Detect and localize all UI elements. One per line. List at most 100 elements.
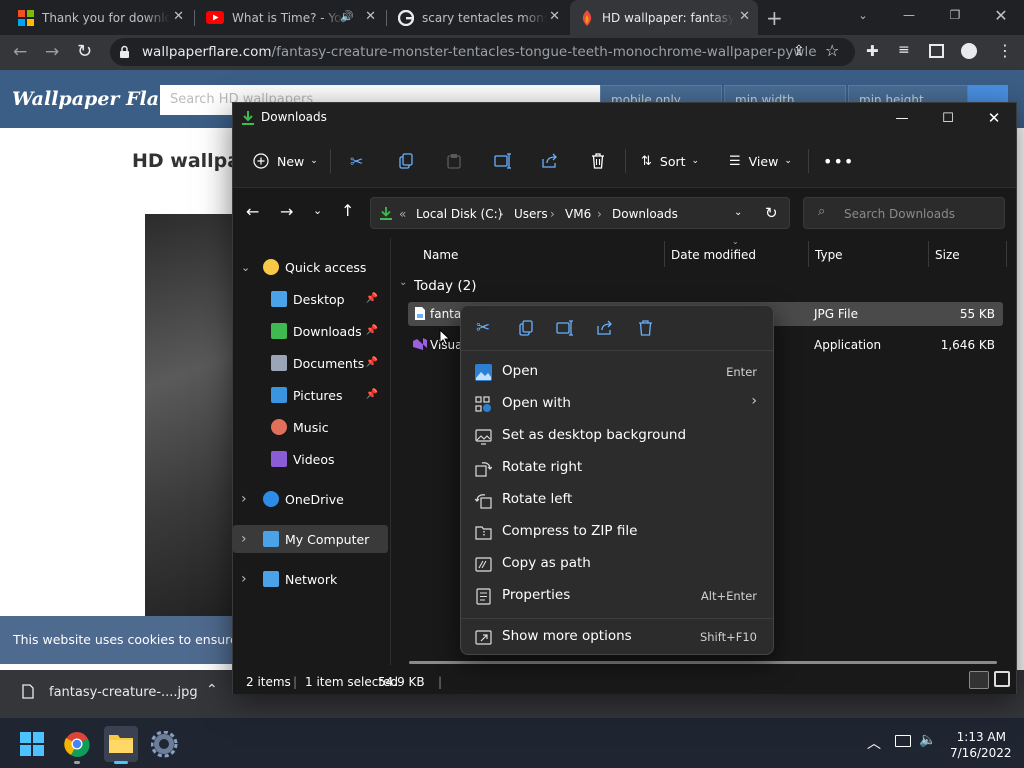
share-icon[interactable]	[542, 153, 558, 169]
browser-tab-4-active[interactable]: HD wallpaper: fantasy ✕	[570, 0, 758, 35]
sidebar-item-downloads[interactable]: Downloads 📌	[233, 317, 388, 345]
sidebar-item-desktop[interactable]: Desktop 📌	[233, 285, 388, 313]
search-downloads-input[interactable]: ⌕ Search Downloads	[803, 197, 1005, 229]
menu-item-compress-zip[interactable]: Compress to ZIP file	[461, 516, 773, 548]
close-tab-icon[interactable]: ✕	[365, 9, 376, 24]
restore-button[interactable]: ❐	[932, 0, 978, 30]
view-button[interactable]: ☰ View ⌄	[729, 149, 792, 173]
settings-gear-icon[interactable]	[151, 731, 181, 761]
refresh-icon[interactable]: ↻	[765, 204, 778, 222]
menu-item-properties[interactable]: Properties Alt+Enter	[461, 580, 773, 612]
overflow-chevron-icon[interactable]: «	[399, 207, 406, 221]
profile-avatar-icon[interactable]	[961, 43, 977, 59]
file-explorer-icon[interactable]	[108, 731, 138, 761]
network-status-icon[interactable]	[895, 735, 911, 747]
horizontal-scrollbar[interactable]	[409, 661, 997, 664]
large-icons-view-icon[interactable]	[994, 671, 1010, 687]
minimize-button[interactable]: —	[886, 0, 932, 30]
chrome-menu-icon[interactable]: ⋮	[997, 41, 1013, 60]
share-icon[interactable]: ⇪	[793, 43, 805, 59]
browser-tab-3[interactable]: scary tentacles monster ✕	[388, 0, 568, 35]
tab-search-chevron-icon[interactable]: ⌄	[840, 0, 886, 30]
volume-icon[interactable]: 🔈	[919, 732, 936, 748]
tray-chevron-up-icon[interactable]: ︿	[867, 733, 881, 753]
cut-icon[interactable]: ✂	[350, 149, 363, 173]
expand-chevron-right-icon[interactable]: ›	[241, 531, 257, 547]
breadcrumb-users[interactable]: Users	[514, 207, 548, 221]
maximize-button[interactable]: ☐	[925, 103, 971, 133]
back-arrow-icon[interactable]: ←	[246, 202, 259, 221]
column-header-size[interactable]: Size	[935, 248, 960, 262]
expand-chevron-down-icon[interactable]: ⌄	[241, 261, 257, 274]
sort-button[interactable]: ⇅ Sort ⌄	[641, 149, 699, 173]
group-collapse-chevron-icon[interactable]: ⌄	[399, 277, 407, 288]
close-tab-icon[interactable]: ✕	[549, 9, 560, 24]
extensions-puzzle-icon[interactable]: ✚	[866, 42, 879, 60]
menu-item-show-more-options[interactable]: Show more options Shift+F10	[461, 621, 773, 653]
chrome-icon[interactable]	[64, 731, 94, 761]
sidebar-item-onedrive[interactable]: › OneDrive	[233, 485, 388, 513]
wallpaper-preview-image[interactable]	[145, 214, 235, 616]
breadcrumb-local-disk[interactable]: Local Disk (C:)	[416, 207, 502, 221]
pane-splitter[interactable]	[390, 238, 391, 665]
breadcrumb-separator-icon[interactable]: ›	[550, 207, 555, 221]
reload-icon[interactable]: ↻	[77, 41, 92, 62]
delete-icon[interactable]	[636, 318, 656, 338]
rename-icon[interactable]	[555, 318, 575, 338]
close-tab-icon[interactable]: ✕	[739, 9, 750, 24]
breadcrumb-vm6[interactable]: VM6	[565, 207, 591, 221]
media-control-icon[interactable]: ≡	[898, 42, 910, 58]
speaker-icon[interactable]: 🔊	[340, 10, 354, 23]
bookmark-star-icon[interactable]: ☆	[825, 41, 839, 60]
forward-arrow-icon[interactable]: →	[45, 42, 59, 62]
paste-icon[interactable]	[447, 153, 461, 169]
sidebar-item-videos[interactable]: Videos	[233, 445, 388, 473]
up-arrow-icon[interactable]: ↑	[341, 201, 354, 220]
new-button[interactable]: New ⌄	[253, 149, 318, 173]
cut-icon[interactable]: ✂	[476, 318, 496, 338]
new-tab-button[interactable]: +	[766, 6, 783, 30]
chevron-up-icon[interactable]: ⌃	[206, 682, 218, 698]
copy-icon[interactable]	[399, 153, 413, 169]
sidebar-item-pictures[interactable]: Pictures 📌	[233, 381, 388, 409]
sidebar-item-documents[interactable]: Documents 📌	[233, 349, 388, 377]
more-options-icon[interactable]: •••	[823, 149, 854, 173]
sidebar-item-music[interactable]: Music	[233, 413, 388, 441]
address-history-chevron-icon[interactable]: ⌄	[734, 207, 742, 218]
breadcrumb-downloads[interactable]: Downloads	[612, 207, 678, 221]
breadcrumb-separator-icon[interactable]: ›	[499, 207, 504, 221]
side-panel-icon[interactable]	[929, 44, 944, 58]
menu-item-open-with[interactable]: Open with ›	[461, 388, 773, 420]
menu-item-rotate-right[interactable]: Rotate right	[461, 452, 773, 484]
expand-chevron-right-icon[interactable]: ›	[241, 571, 257, 587]
browser-tab-1[interactable]: Thank you for download ✕	[8, 0, 192, 35]
recent-locations-chevron-icon[interactable]: ⌄	[313, 204, 322, 217]
sidebar-item-my-computer[interactable]: › My Computer	[233, 525, 388, 553]
menu-item-copy-as-path[interactable]: Copy as path	[461, 548, 773, 580]
column-header-name[interactable]: Name	[423, 248, 458, 262]
menu-item-rotate-left[interactable]: Rotate left	[461, 484, 773, 516]
sidebar-item-quick-access[interactable]: ⌄ Quick access	[233, 253, 388, 281]
details-view-icon[interactable]	[969, 671, 989, 689]
share-icon[interactable]	[595, 318, 615, 338]
delete-icon[interactable]	[591, 153, 605, 169]
browser-tab-2[interactable]: What is Time? - You 🔊 ✕	[196, 0, 384, 35]
site-logo[interactable]: Wallpaper Flare	[12, 88, 181, 110]
explorer-title-bar[interactable]: Downloads — ☐ ✕	[233, 103, 1016, 133]
close-button[interactable]: ✕	[971, 103, 1017, 133]
forward-arrow-icon[interactable]: →	[280, 202, 293, 221]
copy-icon[interactable]	[517, 318, 537, 338]
expand-chevron-right-icon[interactable]: ›	[241, 491, 257, 507]
downloaded-file-name[interactable]: fantasy-creature-....jpg	[49, 685, 198, 700]
back-arrow-icon[interactable]: ←	[13, 42, 27, 62]
group-header-today[interactable]: Today (2)	[414, 278, 476, 294]
windows-start-icon[interactable]	[19, 731, 49, 761]
rename-icon[interactable]	[494, 153, 512, 169]
close-tab-icon[interactable]: ✕	[173, 9, 184, 24]
menu-item-set-desktop-background[interactable]: Set as desktop background	[461, 420, 773, 452]
minimize-button[interactable]: —	[879, 103, 925, 133]
breadcrumb-separator-icon[interactable]: ›	[597, 207, 602, 221]
close-button[interactable]: ✕	[978, 0, 1024, 30]
address-breadcrumb-bar[interactable]: « Local Disk (C:) › Users › VM6 › Downlo…	[370, 197, 790, 229]
clock[interactable]: 1:13 AM 7/16/2022	[950, 730, 1012, 760]
